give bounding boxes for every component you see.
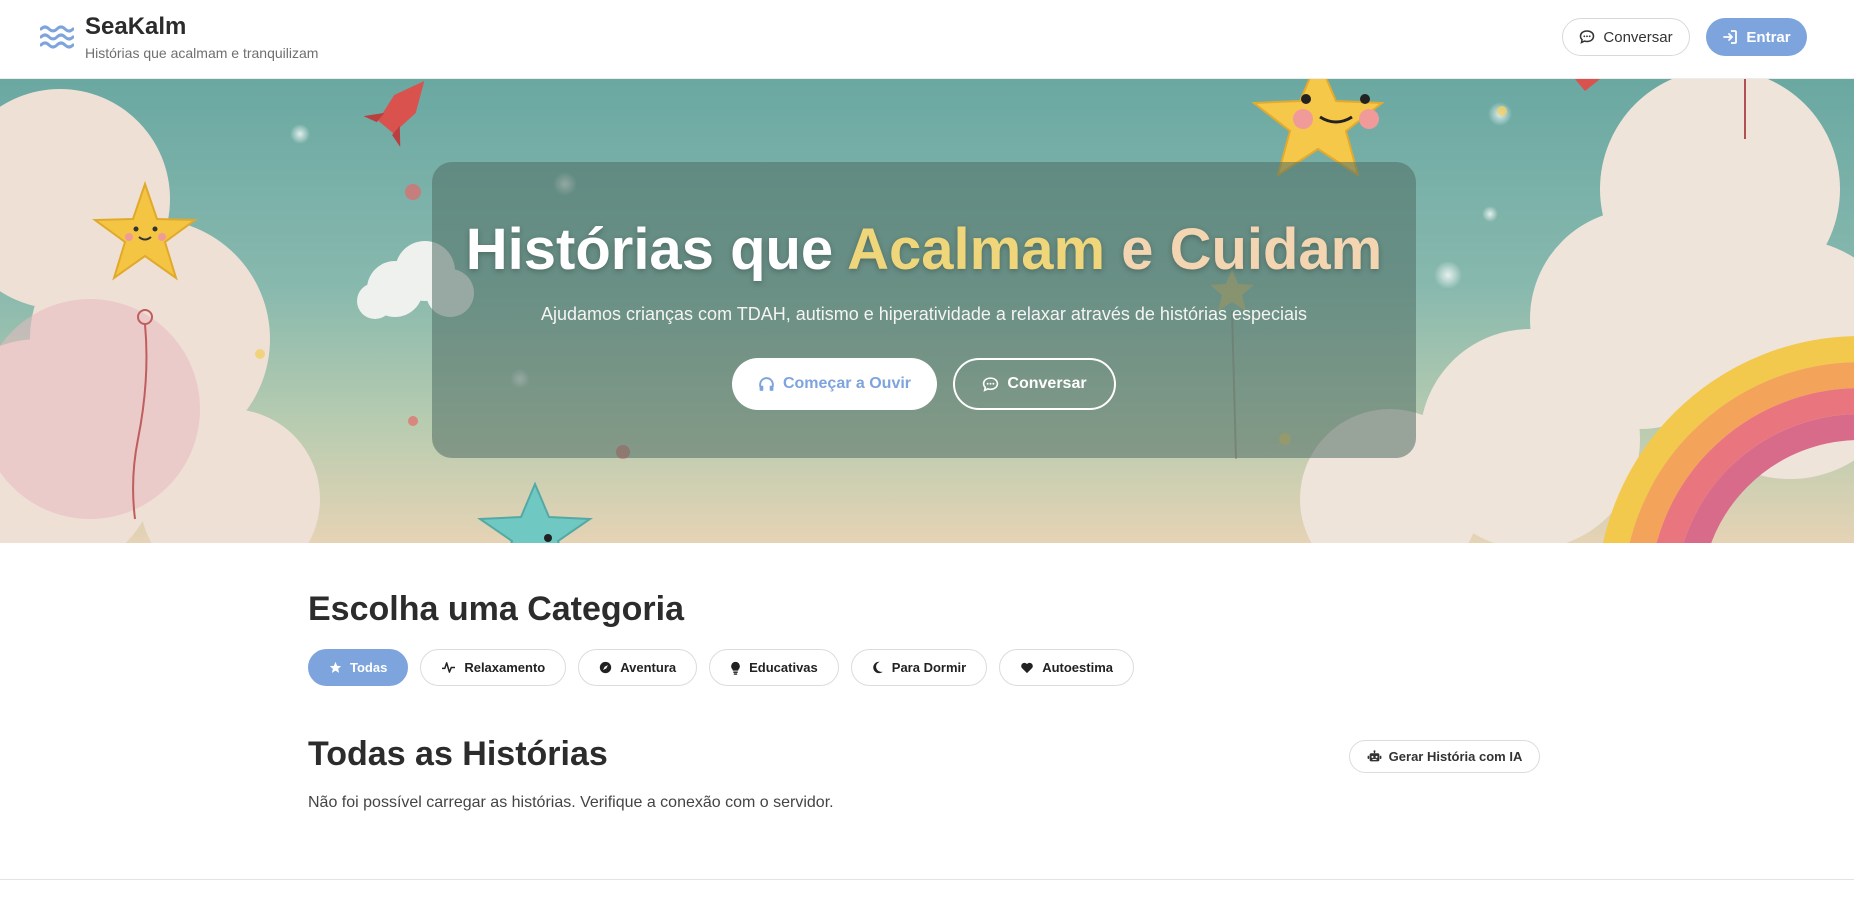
- category-chip-autoestima[interactable]: Autoestima: [999, 649, 1134, 686]
- brand-title[interactable]: SeaKalm: [85, 13, 186, 41]
- generate-ai-story-label: Gerar História com IA: [1388, 749, 1523, 764]
- top-header: SeaKalm Histórias que acalmam e tranquil…: [0, 0, 1854, 79]
- category-chip-label: Todas: [350, 660, 388, 675]
- category-chip-label: Educativas: [749, 660, 818, 675]
- hero-title: Histórias que Acalmam e Cuidam: [432, 216, 1416, 283]
- category-chip-aventura[interactable]: Aventura: [578, 649, 698, 686]
- hero-subtitle: Ajudamos crianças com TDAH, autismo e hi…: [540, 304, 1308, 324]
- hero-title-part1: Histórias que: [465, 217, 848, 282]
- category-chip-para-dormir[interactable]: Para Dormir: [850, 649, 988, 686]
- chat-button-label: Conversar: [1603, 28, 1673, 46]
- categories-title: Escolha uma Categoria: [308, 590, 685, 628]
- login-button[interactable]: Entrar: [1706, 18, 1807, 56]
- stories-title: Todas as Histórias: [308, 735, 608, 773]
- hero-title-highlight-1: Acalmam: [847, 217, 1106, 282]
- hero-chat-button[interactable]: Conversar: [953, 358, 1116, 410]
- hero-chat-label: Conversar: [1007, 375, 1087, 392]
- hero-title-part2: e: [1105, 217, 1170, 282]
- login-button-label: Entrar: [1746, 28, 1791, 46]
- compass-icon: [600, 661, 612, 674]
- headphones-icon: [759, 376, 774, 391]
- chat-button[interactable]: Conversar: [1562, 18, 1690, 56]
- stories-error-message: Não foi possível carregar as histórias. …: [308, 794, 834, 811]
- category-chip-label: Relaxamento: [464, 660, 546, 675]
- hero-card: Histórias que Acalmam e Cuidam Ajudamos …: [432, 162, 1416, 458]
- star-icon: [329, 661, 342, 673]
- waves-logo-icon: [40, 25, 74, 49]
- category-chip-label: Autoestima: [1042, 660, 1113, 675]
- moon-icon: [873, 661, 883, 674]
- heart-icon: [1021, 662, 1033, 673]
- start-listening-label: Começar a Ouvir: [782, 375, 912, 392]
- category-chip-relaxamento[interactable]: Relaxamento: [420, 649, 567, 686]
- hero-title-highlight-2: Cuidam: [1169, 217, 1383, 282]
- pulse-icon: [442, 662, 456, 673]
- category-chip-educativas[interactable]: Educativas: [709, 649, 839, 686]
- footer-divider: [0, 879, 1854, 880]
- chat-icon: [983, 376, 999, 392]
- lightbulb-icon: [731, 661, 740, 675]
- hero-banner: Histórias que Acalmam e Cuidam Ajudamos …: [0, 79, 1854, 543]
- chat-icon: [1580, 30, 1595, 44]
- robot-icon: [1367, 750, 1382, 762]
- category-filter-list: Todas Relaxamento Aventura Educativas Pa…: [308, 649, 1134, 686]
- category-chip-label: Para Dormir: [891, 660, 967, 675]
- generate-ai-story-button[interactable]: Gerar História com IA: [1349, 740, 1540, 773]
- sign-in-icon: [1723, 30, 1738, 44]
- category-chip-label: Aventura: [620, 660, 677, 675]
- brand-subtitle: Histórias que acalmam e tranquilizam: [85, 45, 319, 61]
- start-listening-button[interactable]: Começar a Ouvir: [732, 358, 937, 410]
- category-chip-todas[interactable]: Todas: [308, 649, 409, 686]
